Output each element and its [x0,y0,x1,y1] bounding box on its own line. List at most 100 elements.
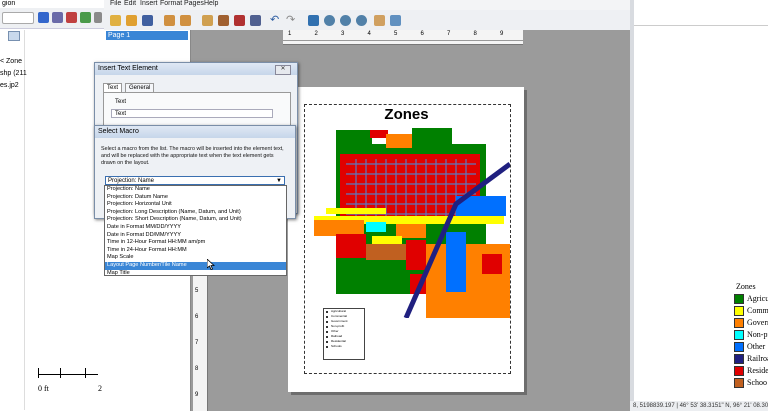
close-button[interactable]: ✕ [275,65,291,75]
save-icon[interactable] [142,15,153,26]
right-legend-label: Comme [747,306,768,315]
home-icon[interactable] [308,15,319,26]
right-legend-label: Non-pr [747,330,768,339]
scale-label-start: 0 ft [38,384,49,393]
menu-insert[interactable]: Insert [140,0,158,7]
tree-item[interactable]: es.jp2 [0,80,19,92]
copy-icon[interactable] [164,15,175,26]
macro-option[interactable]: Projection: Horizontal Unit [105,201,286,209]
swatch [734,330,744,341]
zoom-box-icon[interactable] [356,15,367,26]
menu-help[interactable]: Help [204,0,218,7]
status-bar: 8, 5198839.197 | 46° 53' 38.3151" N, 96°… [630,401,768,411]
right-legend-item: Non-pr [734,330,768,341]
right-legend-label: Govern [747,318,768,327]
zoom-out-icon[interactable] [340,15,351,26]
right-legend-label: Railroa [747,354,768,363]
ruler-tick-label: 9 [195,392,199,398]
macro-option[interactable]: Projection: Name [105,186,286,194]
macro-option[interactable]: Date in Format DD/MM/YYYY [105,232,286,240]
map-title[interactable]: Zones [304,106,509,123]
macro-option[interactable]: Projection: Datum Name [105,194,286,202]
menu-edit[interactable]: Edit [124,0,136,7]
left-toolbar [0,8,104,29]
map-legend[interactable]: Agricultural Commercial Government Non-p… [323,308,365,360]
layer-icon[interactable] [52,12,63,23]
search-box[interactable] [2,12,34,24]
right-legend-item: Railroa [734,354,768,365]
macro-option[interactable]: Date in Format MM/DD/YYYY [105,224,286,232]
text-input[interactable]: Text [111,109,273,118]
zones-map [314,128,510,318]
left-separator [24,30,25,410]
swatch [734,306,744,317]
macro-option[interactable]: Map Title [105,270,286,278]
swatch [734,342,744,353]
ruler-tick-label: 8 [195,366,199,372]
main-toolbar: ↶ ↷ [104,10,630,31]
tree-item[interactable]: shp (211 [0,68,27,80]
macro-dialog-title: Select Macro [95,126,295,138]
ruler-tick-label: 7 [447,31,451,37]
macro-option[interactable]: Projection: Long Description (Name, Datu… [105,209,286,217]
right-legend-item: Comme [734,306,768,317]
redo-icon[interactable]: ↷ [286,15,297,26]
menu-pages[interactable]: Pages [184,0,204,7]
macro-option[interactable]: Projection: Short Description (Name, Dat… [105,216,286,224]
ruler-tick-label: 2 [314,31,318,37]
macro-option-highlighted[interactable]: Layout Page Number/Tile Name [105,261,286,270]
ruler-tick-label: 5 [195,288,199,294]
ruler-tick-label: 5 [394,31,398,37]
menu-file[interactable]: File [110,0,121,7]
swatch [734,378,744,389]
layer-tree: < Zone shp (211 es.jp2 [0,38,27,98]
macro-select-value: Projection: Name [108,178,155,184]
right-panel-header [634,0,768,26]
swatch [734,366,744,377]
ruler-tick-label: 8 [473,31,477,37]
ruler-tick-label: 3 [341,31,345,37]
macro-option[interactable]: Time in 24-Hour Format HH:MM [105,247,286,255]
pan-icon[interactable] [374,15,385,26]
print-icon[interactable] [202,15,213,26]
ruler-tick-label: 6 [195,314,199,320]
right-legend-item: Reside [734,366,768,377]
ruler-tick-label: 1 [288,31,292,37]
right-legend-label: Other [747,342,766,351]
ruler-tick-label: 4 [367,31,371,37]
ruler-tick-label: 7 [195,340,199,346]
macro-description: Select a macro from the list. The macro … [101,146,284,166]
mouse-cursor-icon [207,259,215,270]
open-icon[interactable] [126,15,137,26]
menu-bar: File Edit Insert Format Pages Help [104,0,630,10]
macro-select[interactable]: Projection: Name ▼ [105,176,285,185]
swatch [734,354,744,365]
zoom-in-icon[interactable] [324,15,335,26]
right-legend-item: Agricul [734,294,768,305]
more-icon[interactable] [94,12,102,23]
swatch [734,318,744,329]
page-icon[interactable] [218,15,229,26]
export-icon[interactable] [234,15,245,26]
image-icon[interactable] [80,12,91,23]
select-icon[interactable] [390,15,401,26]
page-list-item[interactable]: Page 1 [106,31,188,40]
undo-icon[interactable]: ↶ [270,15,281,26]
shape-icon[interactable] [66,12,77,23]
scale-label-end: 2 [98,384,102,393]
menu-format[interactable]: Format [160,0,182,7]
right-legend-item: Schoo [734,378,767,389]
macro-option[interactable]: Map Scale [105,254,286,262]
paste-icon[interactable] [180,15,191,26]
layout-icon[interactable] [250,15,261,26]
new-icon[interactable] [110,15,121,26]
scale-bar: 0 ft 2 [30,356,102,406]
macro-options-list[interactable]: Projection: Name Projection: Datum Name … [104,185,287,276]
macro-option[interactable]: Time in 12-Hour Format HH:MM am/pm [105,239,286,247]
right-legend-label: Reside [747,366,768,375]
delete-icon[interactable] [38,12,49,23]
ruler-tick-label: 6 [420,31,424,37]
tree-item[interactable]: < Zone [0,56,22,68]
insert-dialog-title: Insert Text Element [95,63,297,75]
right-legend-title: Zones [736,282,756,291]
